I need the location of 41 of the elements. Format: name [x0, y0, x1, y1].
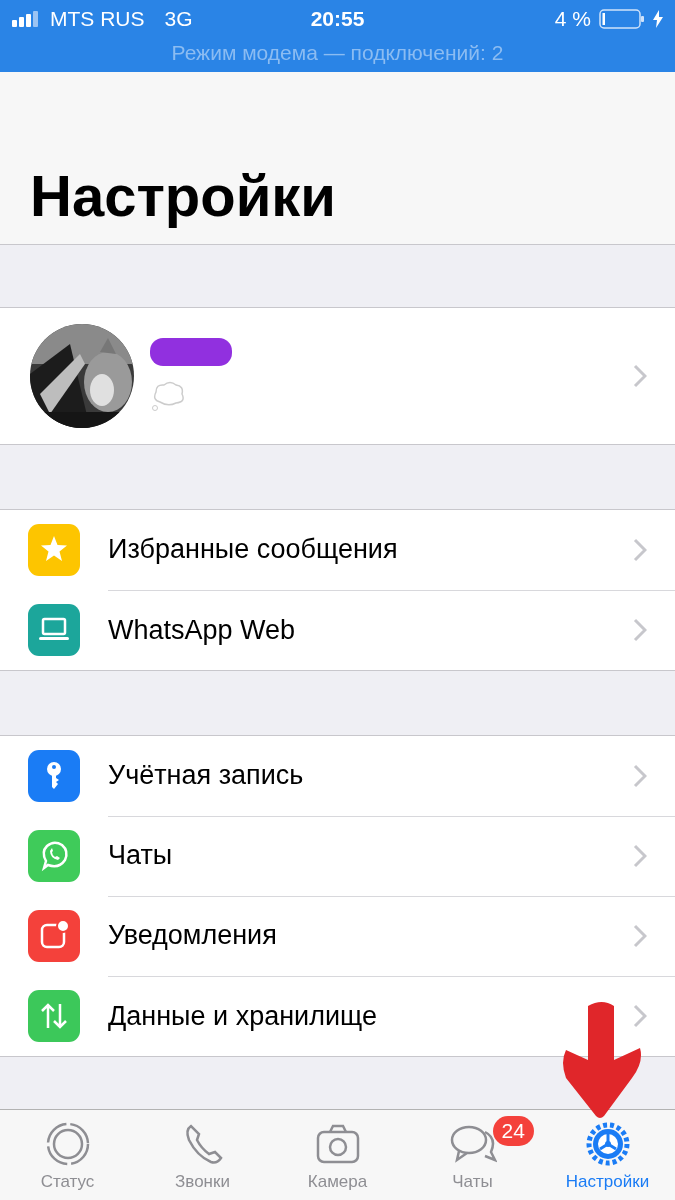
arrows-icon	[28, 990, 80, 1042]
chevron-icon	[633, 537, 647, 562]
network-type: 3G	[164, 7, 193, 31]
chevron-icon	[633, 1004, 647, 1028]
tab-label: Звонки	[175, 1172, 230, 1192]
thought-bubble-icon	[150, 380, 186, 412]
item-label: Уведомления	[108, 920, 278, 951]
settings-item[interactable]: Чаты	[0, 816, 675, 896]
tab-label: Камера	[307, 1172, 368, 1192]
clock-time: 20:55	[310, 7, 365, 31]
battery-icon	[599, 9, 645, 29]
settings-item[interactable]: Данные и хранилище	[0, 976, 675, 1056]
hotspot-status-text: Режим модема — подключений: 2	[170, 40, 505, 66]
chevron-icon	[633, 618, 647, 642]
unread-badge: 24	[492, 1116, 534, 1146]
settings-item[interactable]: Учётная запись	[0, 736, 675, 816]
tab-item[interactable]: Настройки	[540, 1110, 675, 1200]
carrier-name: MTS RUS	[50, 7, 145, 31]
tab-label: Статус	[40, 1172, 95, 1192]
item-label: Чаты	[108, 840, 174, 871]
settings-item[interactable]: Уведомления	[0, 896, 675, 976]
key-icon	[28, 750, 80, 802]
settings-item[interactable]: WhatsApp Web	[0, 590, 675, 670]
charging-icon	[653, 10, 663, 28]
item-label: Данные и хранилище	[108, 1000, 378, 1032]
chevron-icon	[633, 364, 647, 388]
chevron-icon	[633, 763, 647, 788]
notification-icon	[28, 910, 80, 962]
item-label: WhatsApp Web	[108, 614, 297, 646]
item-label: Избранные сообщения	[108, 534, 399, 565]
battery-percent: 4 %	[554, 7, 591, 31]
chat-bubble-icon	[28, 830, 80, 882]
tab-label: Настройки	[565, 1172, 650, 1192]
item-label: Учётная запись	[108, 760, 305, 791]
chevron-icon	[633, 843, 647, 868]
tab-label: Чаты	[452, 1172, 493, 1192]
laptop-icon	[28, 604, 80, 656]
page-title: Настройки	[30, 164, 337, 228]
chevron-icon	[633, 923, 647, 948]
tab-item[interactable]: Чаты 24	[405, 1110, 540, 1200]
settings-item[interactable]: Избранные сообщения	[0, 510, 675, 590]
